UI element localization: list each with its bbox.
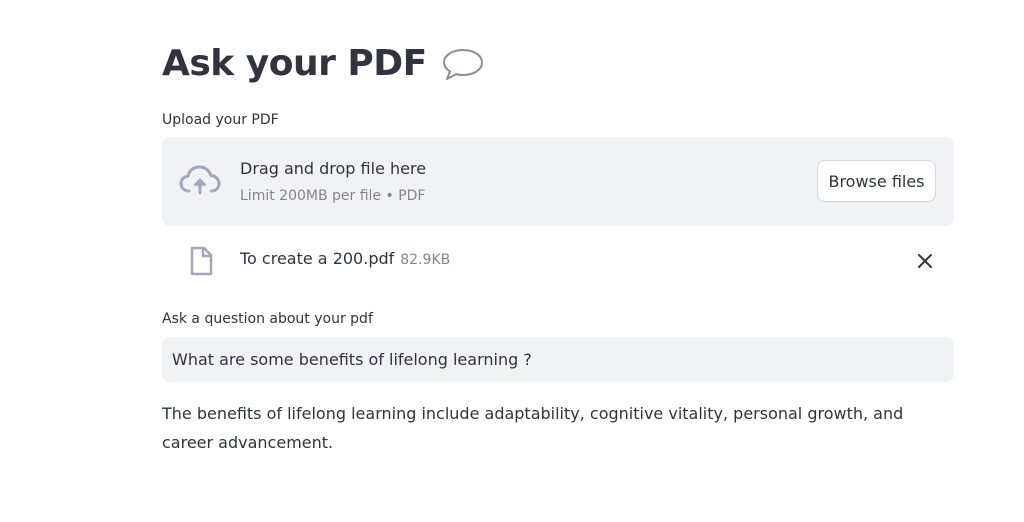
- uploaded-file-info: To create a 200.pdf 82.9KB: [240, 248, 450, 271]
- speech-bubble-icon: [442, 49, 483, 80]
- cloud-upload-icon: [179, 165, 221, 195]
- title-row: Ask your PDF: [162, 40, 485, 88]
- answer-text: The benefits of lifelong learning includ…: [162, 404, 904, 452]
- uploaded-file-name: To create a 200.pdf: [240, 249, 395, 268]
- browse-files-button[interactable]: Browse files: [817, 160, 936, 202]
- file-dropzone[interactable]: Drag and drop file here Limit 200MB per …: [162, 137, 954, 226]
- upload-label: Upload your PDF: [162, 112, 279, 128]
- question-input[interactable]: [162, 337, 954, 382]
- page-title: Ask your PDF: [162, 43, 427, 84]
- dropzone-text: Drag and drop file here Limit 200MB per …: [240, 157, 426, 205]
- uploaded-file-size: 82.9KB: [400, 252, 451, 268]
- file-icon: [190, 246, 213, 276]
- uploaded-file-row: To create a 200.pdf 82.9KB: [162, 238, 954, 284]
- upload-limit: Limit 200MB per file • PDF: [240, 188, 426, 204]
- question-label: Ask a question about your pdf: [162, 311, 373, 327]
- close-icon[interactable]: [917, 253, 933, 269]
- drop-instructions: Drag and drop file here: [240, 159, 427, 178]
